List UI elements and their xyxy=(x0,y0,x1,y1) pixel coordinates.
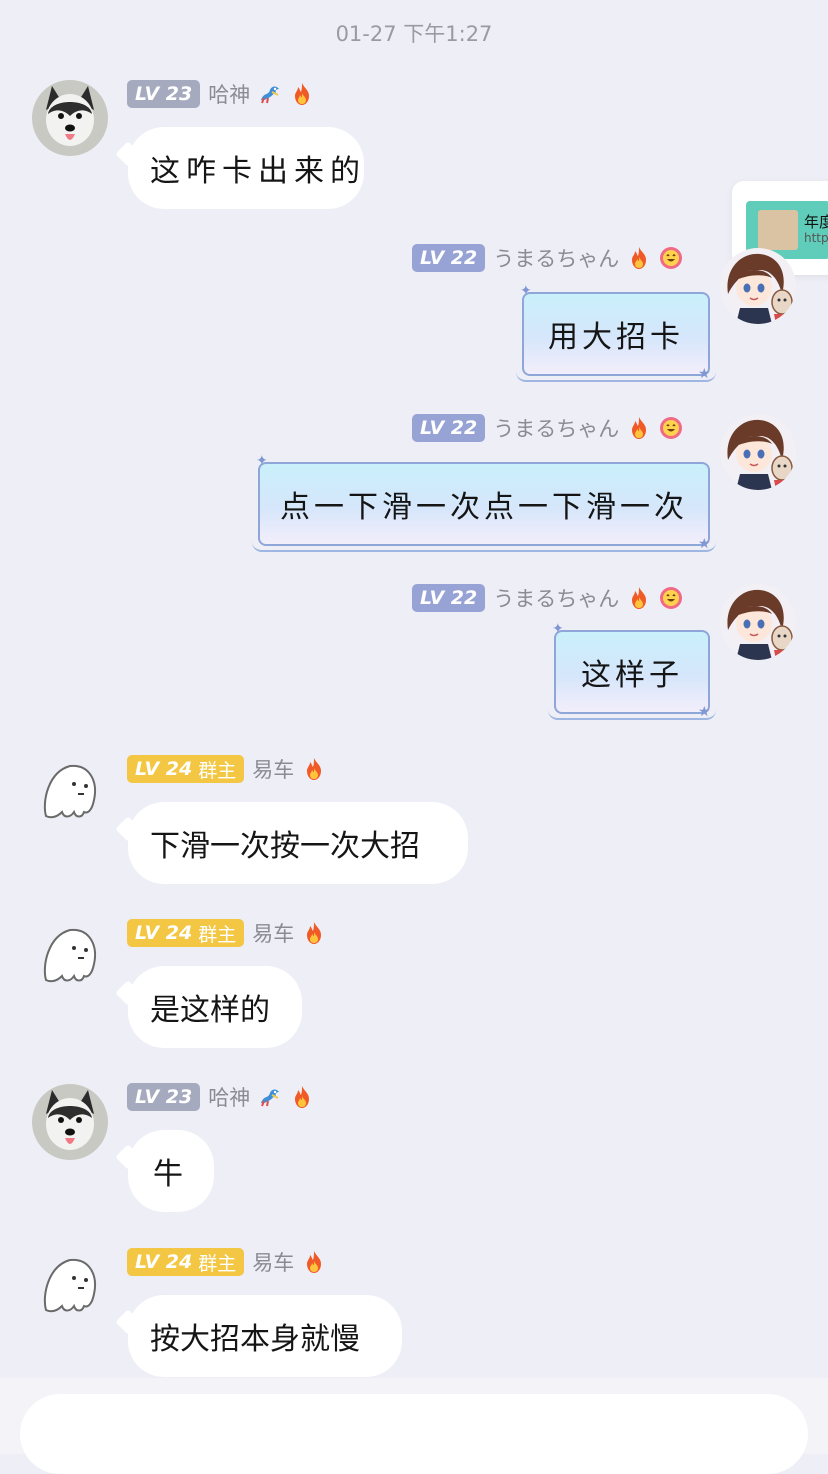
input-bar xyxy=(0,1378,828,1474)
star-decoration: ★ xyxy=(698,366,711,382)
role-text: 群主 xyxy=(198,1252,237,1275)
timestamp: 01-27 下午1:27 xyxy=(335,22,493,46)
nickname[interactable]: 易车 xyxy=(252,1247,294,1277)
nickname[interactable]: 易车 xyxy=(252,754,294,784)
anime-girl-avatar[interactable] xyxy=(720,584,796,660)
message-bubble[interactable]: 牛 xyxy=(128,1130,214,1212)
message-meta: LV 23 哈神 xyxy=(127,1082,314,1112)
message-bubble[interactable]: 这样子 xyxy=(548,630,716,720)
ghost-avatar[interactable] xyxy=(32,752,108,828)
level-badge: LV 23 xyxy=(127,1083,201,1111)
message-meta: LV 23 哈神 xyxy=(127,79,314,109)
dragon-emoji-icon xyxy=(258,1085,282,1109)
smiling-face-emoji-icon xyxy=(659,586,683,610)
fire-emoji-icon xyxy=(627,416,651,440)
level-text: LV 22 xyxy=(420,417,478,439)
message-bubble[interactable]: 点一下滑一次点一下滑一次 xyxy=(252,462,716,552)
star-decoration: ★ xyxy=(698,704,711,720)
nickname[interactable]: 哈神 xyxy=(208,79,250,109)
share-card-image xyxy=(758,210,798,250)
fire-emoji-icon xyxy=(302,757,326,781)
fire-emoji-icon xyxy=(302,921,326,945)
level-text: LV 24 xyxy=(135,922,193,944)
level-text: LV 24 xyxy=(135,1251,193,1273)
level-badge: LV 23 xyxy=(127,80,201,108)
message-meta: LV 22 うまるちゃん xyxy=(412,243,683,273)
nickname[interactable]: うまるちゃん xyxy=(493,243,619,273)
ghost-avatar[interactable] xyxy=(32,1246,108,1322)
message-bubble[interactable]: 是这样的 xyxy=(128,966,302,1048)
fire-emoji-icon xyxy=(290,82,314,106)
level-badge: LV 24 群主 xyxy=(127,755,245,783)
level-text: LV 23 xyxy=(135,83,193,105)
level-badge: LV 22 xyxy=(412,244,486,272)
level-text: LV 22 xyxy=(420,587,478,609)
anime-girl-avatar[interactable] xyxy=(720,248,796,324)
fire-emoji-icon xyxy=(627,586,651,610)
message-bubble[interactable]: 下滑一次按一次大招 xyxy=(128,802,468,884)
nickname[interactable]: うまるちゃん xyxy=(493,413,619,443)
fire-emoji-icon xyxy=(627,246,651,270)
message-bubble[interactable]: 按大招本身就慢 xyxy=(128,1295,402,1377)
share-card-url: http xyxy=(804,231,828,245)
sparkle-decoration: ✦ xyxy=(552,621,564,637)
message-bubble[interactable]: 这咋卡出来的 xyxy=(128,127,364,209)
message-bubble[interactable]: 用大招卡 xyxy=(516,292,716,382)
fire-emoji-icon xyxy=(290,1085,314,1109)
husky-avatar[interactable] xyxy=(32,1084,108,1160)
message-meta: LV 24 群主 易车 xyxy=(127,918,326,948)
star-decoration: ★ xyxy=(698,536,711,552)
level-text: LV 24 xyxy=(135,758,193,780)
dragon-emoji-icon xyxy=(258,82,282,106)
level-text: LV 23 xyxy=(135,1086,193,1108)
nickname[interactable]: 哈神 xyxy=(208,1082,250,1112)
level-badge: LV 22 xyxy=(412,584,486,612)
message-meta: LV 24 群主 易车 xyxy=(127,1247,326,1277)
role-text: 群主 xyxy=(198,923,237,946)
share-card-title: 年度 xyxy=(804,213,828,231)
message-meta: LV 24 群主 易车 xyxy=(127,754,326,784)
ghost-avatar[interactable] xyxy=(32,916,108,992)
nickname[interactable]: うまるちゃん xyxy=(493,583,619,613)
message-meta: LV 22 うまるちゃん xyxy=(412,413,683,443)
sparkle-decoration: ✦ xyxy=(520,283,532,299)
smiling-face-emoji-icon xyxy=(659,246,683,270)
level-badge: LV 22 xyxy=(412,414,486,442)
anime-girl-avatar[interactable] xyxy=(720,414,796,490)
level-badge: LV 24 群主 xyxy=(127,919,245,947)
nickname[interactable]: 易车 xyxy=(252,918,294,948)
message-meta: LV 22 うまるちゃん xyxy=(412,583,683,613)
level-text: LV 22 xyxy=(420,247,478,269)
sparkle-decoration: ✦ xyxy=(256,453,268,469)
level-badge: LV 24 群主 xyxy=(127,1248,245,1276)
fire-emoji-icon xyxy=(302,1250,326,1274)
role-text: 群主 xyxy=(198,759,237,782)
smiling-face-emoji-icon xyxy=(659,416,683,440)
husky-avatar[interactable] xyxy=(32,80,108,156)
message-input[interactable] xyxy=(20,1394,808,1474)
